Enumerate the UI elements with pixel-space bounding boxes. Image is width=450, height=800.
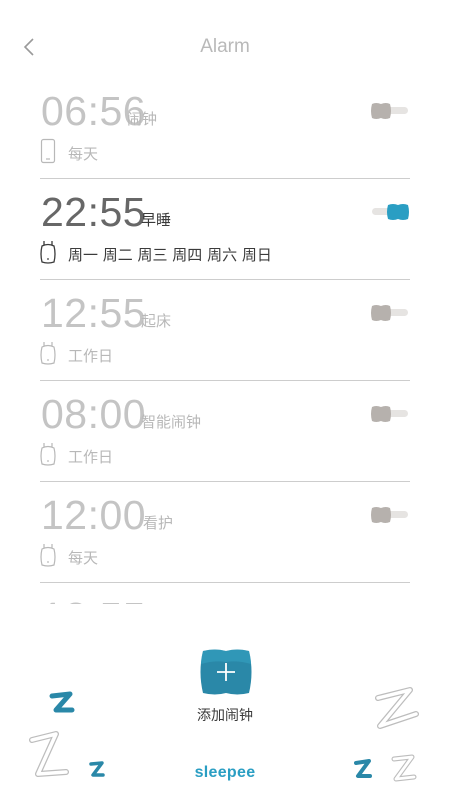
alarm-label: 智能闹钟 — [141, 413, 202, 431]
alarm-repeat-days: 每天 — [68, 549, 99, 567]
pillow-device-icon — [40, 241, 56, 264]
alarm-row[interactable]: 06:56 闹钟 每天 — [40, 78, 410, 179]
alarm-time: 22:55 — [41, 189, 147, 235]
alarm-repeat-days: 工作日 — [68, 448, 114, 466]
alarm-toggle[interactable] — [370, 100, 410, 122]
pillow-device-icon — [40, 342, 56, 365]
z-decoration-icon — [375, 687, 419, 729]
z-decoration-icon — [49, 691, 75, 713]
alarm-repeat-days: 工作日 — [68, 347, 114, 365]
alarm-repeat-days: 每天 — [68, 145, 99, 163]
page-title: Alarm — [200, 36, 250, 57]
alarm-label: 看护 — [143, 514, 174, 532]
alarm-row[interactable]: 12:55 — [40, 583, 410, 604]
alarm-time: 12:55 — [41, 593, 146, 604]
alarm-toggle[interactable] — [370, 403, 410, 425]
alarm-time: 12:55 — [41, 290, 147, 336]
alarm-toggle[interactable] — [370, 302, 410, 324]
add-alarm-button[interactable] — [198, 648, 254, 696]
alarm-row[interactable]: 22:55 早睡 周一 周二 周三 周四 周六 周日 — [40, 179, 410, 280]
alarm-repeat-days: 周一 周二 周三 周四 周六 周日 — [68, 246, 272, 264]
pillow-device-icon — [40, 544, 56, 567]
alarm-label: 闹钟 — [127, 110, 158, 128]
add-alarm-label: 添加闹钟 — [197, 708, 253, 724]
phone-icon — [40, 138, 56, 164]
alarm-toggle[interactable] — [370, 504, 410, 526]
pillow-device-icon — [40, 443, 56, 466]
alarm-row[interactable]: 12:00 看护 每天 — [40, 482, 410, 583]
brand-logo: sleepee — [194, 764, 256, 781]
alarm-list[interactable]: 06:56 闹钟 每天 22:55 早睡 周一 周二 周三 周四 周六 周日 1… — [40, 78, 410, 604]
alarm-row[interactable]: 12:55 起床 工作日 — [40, 280, 410, 381]
alarm-time: 08:00 — [41, 391, 147, 437]
alarm-toggle[interactable] — [370, 201, 410, 223]
alarm-row[interactable]: 08:00 智能闹钟 工作日 — [40, 381, 410, 482]
alarm-label: 起床 — [141, 312, 172, 330]
alarm-time: 12:00 — [41, 492, 147, 538]
alarm-label: 早睡 — [141, 211, 172, 229]
